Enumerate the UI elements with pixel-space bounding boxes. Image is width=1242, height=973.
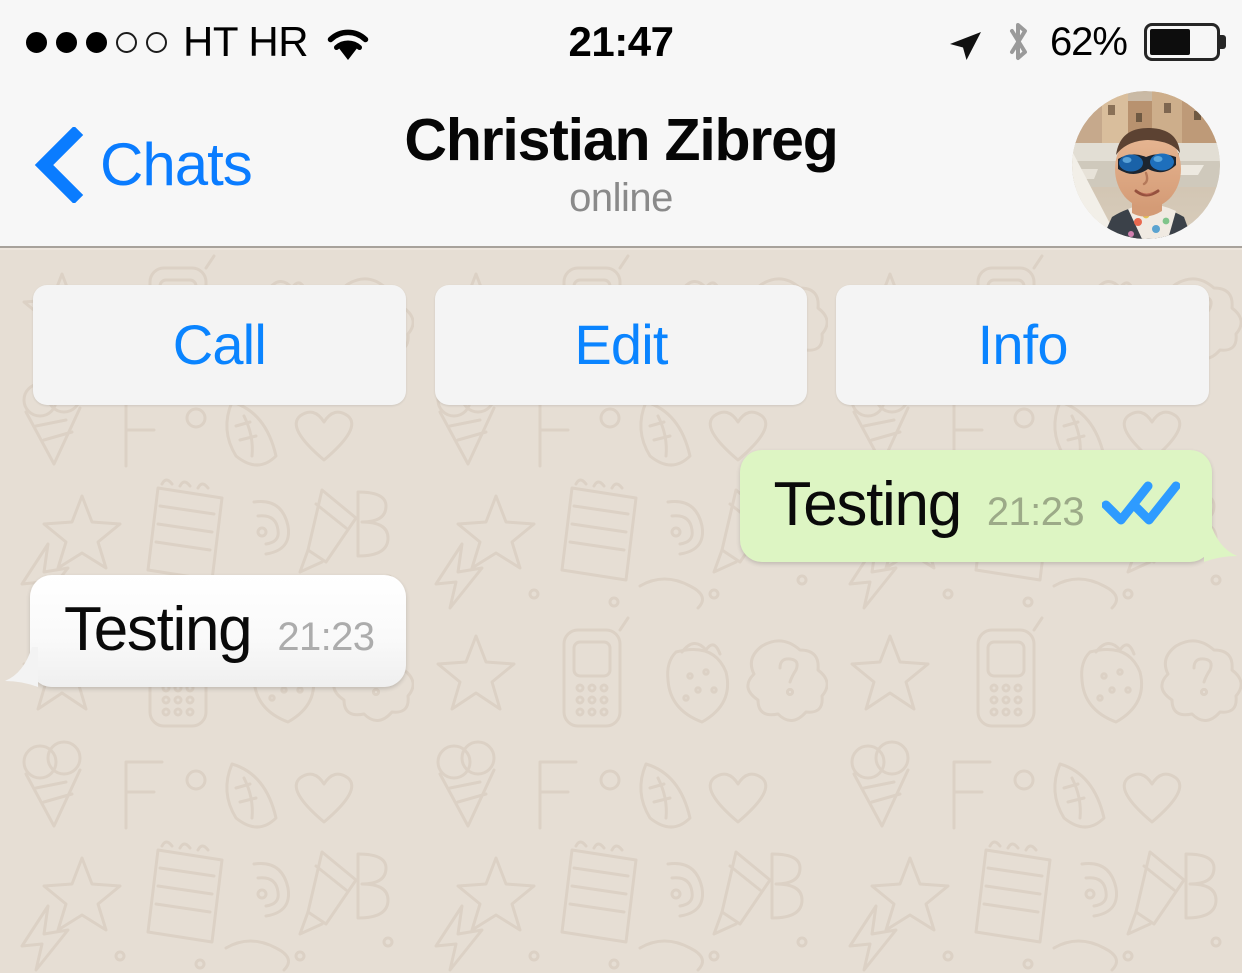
bluetooth-icon [1009,23,1027,60]
battery-icon [1144,23,1226,61]
bubble-tail-right-icon [1204,522,1237,562]
message-row-outgoing: Testing 21:23 [739,450,1237,562]
avatar-image [1072,91,1220,239]
message-text: Testing [773,470,963,539]
message-list: Testing 21:23 Testing 21:23 [0,250,1242,973]
contact-avatar[interactable] [1072,91,1220,239]
back-to-chats-button[interactable]: Chats [30,127,253,203]
chevron-left-icon [34,127,84,203]
battery-percentage-label: 62% [1049,19,1128,64]
double-check-icon [1102,479,1180,525]
chat-message-area: Call Edit Info Testing 21:23 Testing 21:… [0,250,1242,973]
location-arrow-icon [949,32,981,60]
outgoing-message-bubble[interactable]: Testing 21:23 [739,450,1237,562]
message-text: Testing [64,595,253,664]
incoming-message-bubble[interactable]: Testing 21:23 [5,575,407,687]
message-timestamp: 21:23 [986,490,1085,534]
bubble-tail-left-icon [5,647,38,687]
status-bar: HT HR 21:47 62% [0,0,1242,84]
message-row-incoming: Testing 21:23 [5,575,407,687]
message-timestamp: 21:23 [277,615,375,659]
status-bar-right: 62% [942,19,1226,65]
back-button-label: Chats [100,131,253,198]
battery-nub [1220,35,1226,49]
navigation-bar: Chats Christian Zibreg online [0,84,1242,248]
whatsapp-chat-screen: HT HR 21:47 62% Chats Christian Zibreg o… [0,0,1242,973]
